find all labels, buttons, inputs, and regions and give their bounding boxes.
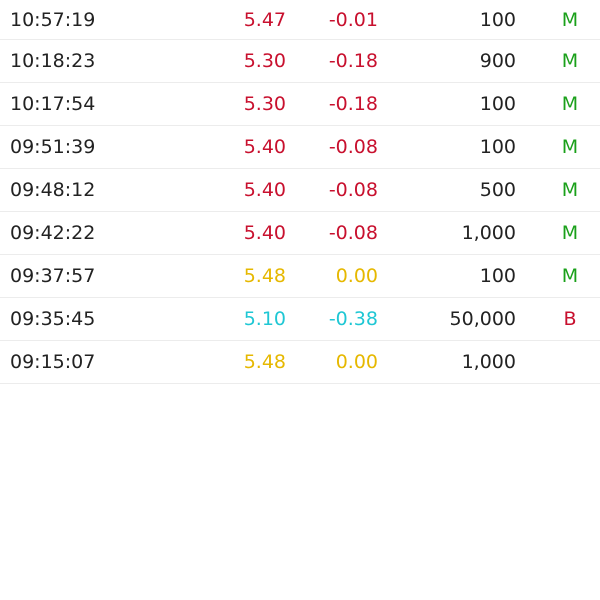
trade-flag: M xyxy=(561,8,579,31)
trade-price: 5.40 xyxy=(243,222,286,244)
table-row[interactable]: 09:37:57 5.48 0.00 100 M xyxy=(0,255,600,298)
trade-change: -0.38 xyxy=(328,308,378,330)
trade-change: 0.00 xyxy=(335,351,378,373)
trade-volume: 100 xyxy=(479,136,516,158)
trade-change: 0.00 xyxy=(335,265,378,287)
table-row[interactable]: 10:18:23 5.30 -0.18 900 M xyxy=(0,40,600,83)
trade-change: -0.18 xyxy=(328,93,378,115)
trade-price: 5.48 xyxy=(243,351,286,373)
trade-list: 10:57:19 5.47 -0.01 100 M 10:18:23 5.30 … xyxy=(0,0,600,384)
trade-flag: M xyxy=(561,265,579,287)
trade-price: 5.48 xyxy=(243,265,286,287)
trade-volume: 1,000 xyxy=(461,222,516,244)
trade-time: 09:42:22 xyxy=(10,222,96,244)
trade-price: 5.30 xyxy=(243,50,286,72)
trade-flag: B xyxy=(563,308,577,330)
trade-volume: 100 xyxy=(479,265,516,287)
trade-volume: 50,000 xyxy=(449,308,516,330)
trade-change: -0.01 xyxy=(328,8,378,31)
trade-price: 5.30 xyxy=(243,93,286,115)
trade-flag: M xyxy=(561,93,579,115)
trade-time: 09:48:12 xyxy=(10,179,96,201)
trade-time: 10:18:23 xyxy=(10,50,96,72)
trade-flag: M xyxy=(561,50,579,72)
trade-time: 10:57:19 xyxy=(10,8,96,31)
trade-flag: M xyxy=(561,222,579,244)
trade-time: 09:51:39 xyxy=(10,136,96,158)
trade-volume: 100 xyxy=(479,93,516,115)
trade-flag: M xyxy=(561,136,579,158)
trade-price: 5.10 xyxy=(243,308,286,330)
trade-volume: 900 xyxy=(479,50,516,72)
trade-time: 09:15:07 xyxy=(10,351,96,373)
table-row[interactable]: 09:48:12 5.40 -0.08 500 M xyxy=(0,169,600,212)
trade-change: -0.08 xyxy=(328,136,378,158)
trade-time: 09:37:57 xyxy=(10,265,96,287)
trade-change: -0.08 xyxy=(328,222,378,244)
trade-time: 09:35:45 xyxy=(10,308,96,330)
trade-volume: 100 xyxy=(479,8,516,31)
table-row[interactable]: 09:51:39 5.40 -0.08 100 M xyxy=(0,126,600,169)
table-row[interactable]: 09:35:45 5.10 -0.38 50,000 B xyxy=(0,298,600,341)
trade-price: 5.40 xyxy=(243,136,286,158)
trade-flag: M xyxy=(561,179,579,201)
trade-change: -0.18 xyxy=(328,50,378,72)
table-row[interactable]: 10:57:19 5.47 -0.01 100 M xyxy=(0,0,600,40)
table-row[interactable]: 10:17:54 5.30 -0.18 100 M xyxy=(0,83,600,126)
trade-change: -0.08 xyxy=(328,179,378,201)
trade-price: 5.40 xyxy=(243,179,286,201)
table-row[interactable]: 09:15:07 5.48 0.00 1,000 xyxy=(0,341,600,384)
trade-volume: 1,000 xyxy=(461,351,516,373)
trade-time: 10:17:54 xyxy=(10,93,96,115)
table-row[interactable]: 09:42:22 5.40 -0.08 1,000 M xyxy=(0,212,600,255)
trade-volume: 500 xyxy=(479,179,516,201)
trade-price: 5.47 xyxy=(243,8,286,31)
